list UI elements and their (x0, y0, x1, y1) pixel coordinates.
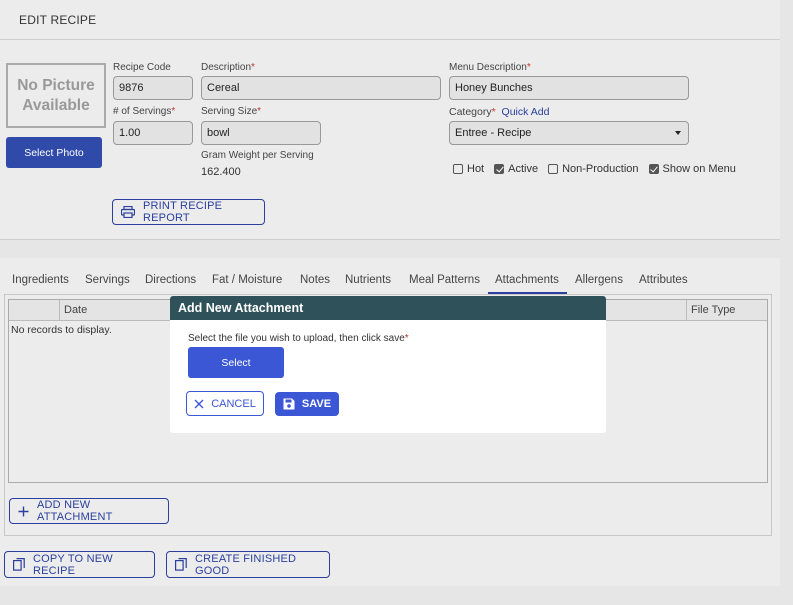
serving-size-label: Serving Size* (201, 106, 262, 117)
create-finished-good-button[interactable]: CREATE FINISHED GOOD (166, 551, 330, 578)
checkbox-icon (453, 164, 463, 174)
tab-attachments[interactable]: Attachments (495, 274, 559, 286)
show-on-menu-checkbox[interactable]: Show on Menu (648, 163, 736, 175)
grid-column-divider (59, 300, 60, 321)
tab-meal-patterns[interactable]: Meal Patterns (409, 274, 480, 286)
tab-servings[interactable]: Servings (85, 274, 130, 286)
add-new-attachment-button[interactable]: ADD NEW ATTACHMENT (9, 498, 169, 524)
grid-column-date[interactable]: Date (64, 304, 87, 316)
checkbox-checked-icon (494, 164, 505, 174)
recipe-code-input[interactable]: 9876 (113, 76, 193, 100)
flags-checkbox-row: Hot Active Non-Production Show on Menu (453, 163, 746, 175)
tab-fat-moisture[interactable]: Fat / Moisture (212, 274, 282, 286)
copy-to-new-recipe-button[interactable]: COPY TO NEW RECIPE (4, 551, 155, 578)
upload-prompt: Select the file you wish to upload, then… (188, 333, 409, 344)
servings-label: # of Servings* (113, 106, 176, 117)
dropdown-caret-icon (675, 131, 681, 135)
tab-notes[interactable]: Notes (300, 274, 330, 286)
page-title: EDIT RECIPE (19, 13, 97, 27)
active-checkbox[interactable]: Active (494, 163, 538, 175)
grid-column-divider (686, 300, 687, 321)
hot-checkbox[interactable]: Hot (453, 163, 484, 175)
printer-icon (121, 206, 135, 218)
grid-empty-message: No records to display. (11, 324, 112, 336)
servings-input[interactable]: 1.00 (113, 121, 193, 145)
plus-icon (18, 506, 29, 517)
tab-directions[interactable]: Directions (145, 274, 196, 286)
save-icon (283, 398, 295, 410)
select-file-button[interactable]: Select (188, 347, 284, 378)
description-input[interactable]: Cereal (201, 76, 441, 100)
active-tab-indicator (488, 292, 567, 294)
tab-allergens[interactable]: Allergens (575, 274, 623, 286)
save-button[interactable]: SAVE (275, 392, 339, 416)
photo-placeholder: No Picture Available (6, 63, 106, 128)
quick-add-link[interactable]: Quick Add (502, 106, 550, 118)
copy-icon (175, 558, 187, 571)
grid-column-file-type[interactable]: File Type (691, 304, 735, 316)
modal-title: Add New Attachment (170, 296, 606, 320)
serving-size-input[interactable]: bowl (201, 121, 321, 145)
category-selected-value: Entree - Recipe (455, 127, 532, 139)
recipe-code-label: Recipe Code (113, 62, 171, 73)
tab-attributes[interactable]: Attributes (639, 274, 688, 286)
menu-description-input[interactable]: Honey Bunches (449, 76, 689, 100)
tab-ingredients[interactable]: Ingredients (12, 274, 69, 286)
checkbox-checked-icon (648, 164, 659, 174)
menu-description-label: Menu Description* (449, 62, 531, 73)
page-header: EDIT RECIPE (0, 0, 780, 40)
gram-weight-value: 162.400 (201, 166, 241, 178)
category-label: Category* Quick Add (449, 106, 550, 118)
tab-nutrients[interactable]: Nutrients (345, 274, 391, 286)
gram-weight-label: Gram Weight per Serving (201, 150, 314, 161)
checkbox-icon (548, 164, 559, 174)
print-recipe-report-button[interactable]: PRINT RECIPE REPORT (112, 199, 265, 225)
copy-icon (13, 558, 25, 571)
close-icon (194, 399, 204, 409)
photo-placeholder-text: No Picture Available (17, 76, 95, 114)
description-label: Description* (201, 62, 255, 73)
category-select[interactable]: Entree - Recipe (449, 121, 689, 145)
select-photo-button[interactable]: Select Photo (6, 137, 102, 168)
cancel-button[interactable]: CANCEL (186, 391, 264, 416)
non-production-checkbox[interactable]: Non-Production (548, 163, 639, 175)
add-attachment-modal: Add New Attachment Select the file you w… (170, 296, 606, 433)
